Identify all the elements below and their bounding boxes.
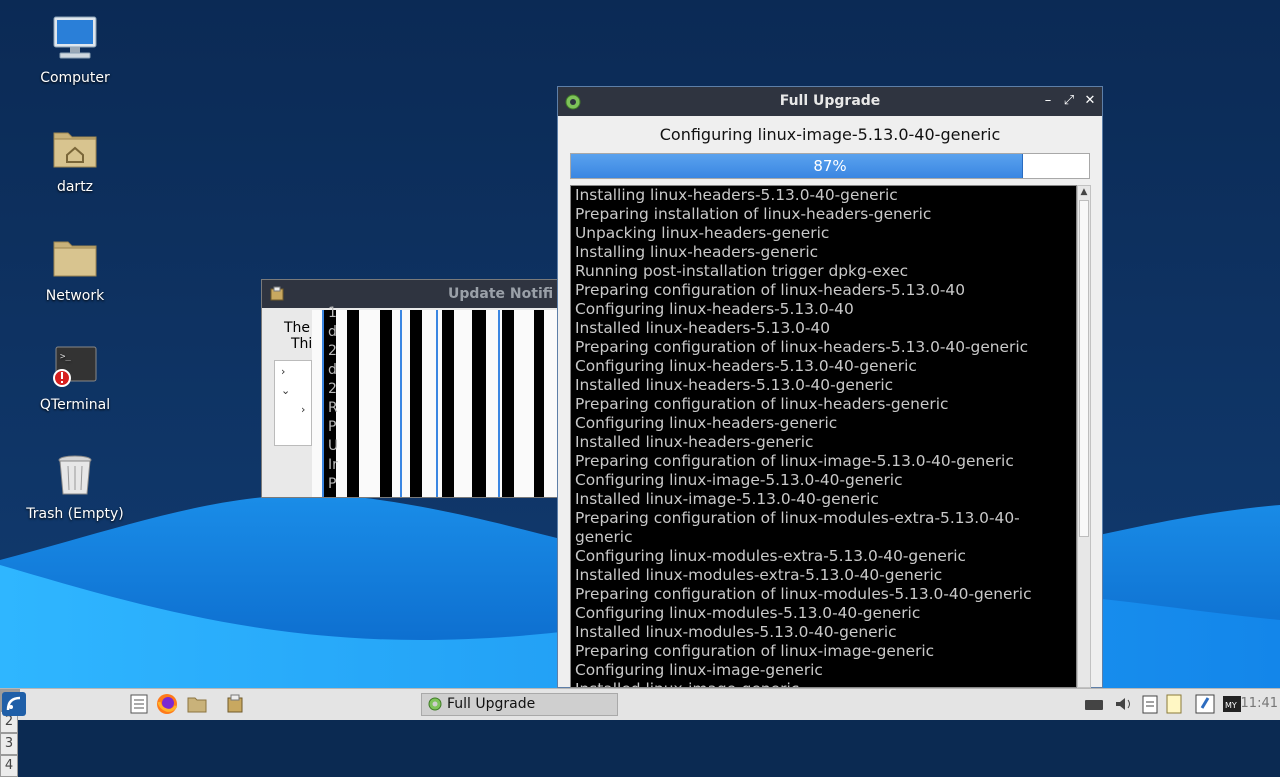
desktop-icon-label: Network bbox=[45, 288, 105, 304]
maximize-button[interactable]: ⤢ bbox=[1060, 92, 1078, 110]
log-line: Preparing configuration of linux-modules… bbox=[575, 509, 1020, 546]
log-line: Installed linux-image-5.13.0-40-generic bbox=[575, 490, 879, 508]
log-line: Configuring linux-modules-extra-5.13.0-4… bbox=[575, 547, 966, 565]
desktop-icon-label: Computer bbox=[40, 70, 110, 86]
network-folder-icon bbox=[50, 232, 100, 282]
log-fragment: P bbox=[328, 476, 337, 492]
gear-icon bbox=[428, 697, 442, 711]
full-upgrade-window[interactable]: Full Upgrade – ⤢ ✕ Configuring linux-ima… bbox=[557, 86, 1103, 688]
file-manager-icon[interactable] bbox=[186, 692, 208, 716]
clipboard-icon[interactable] bbox=[1140, 692, 1160, 716]
desktop-icon-label: dartz bbox=[56, 179, 94, 195]
update-notifier-titlebar[interactable]: Update Notifi bbox=[262, 280, 562, 308]
log-line: Preparing configuration of linux-image-g… bbox=[575, 642, 935, 660]
log-line: Configuring linux-headers-5.13.0-40-gene… bbox=[575, 357, 917, 375]
window-title: Full Upgrade bbox=[779, 93, 881, 109]
update-notifier-window[interactable]: Update Notifi The Thi › ⌄ › 1 d 2 d 2 R … bbox=[261, 279, 563, 498]
update-notifier-tray-icon[interactable] bbox=[224, 692, 246, 716]
log-fragment: 1 bbox=[328, 305, 337, 321]
log-fragment: d bbox=[328, 324, 337, 340]
show-desktop-icon[interactable] bbox=[128, 692, 150, 716]
log-fragment: Ir bbox=[328, 457, 338, 473]
desktop-icon-home[interactable]: dartz bbox=[20, 123, 130, 195]
package-tree[interactable]: › ⌄ › bbox=[274, 360, 312, 446]
scrollbar-thumb[interactable] bbox=[1079, 200, 1089, 537]
notifier-message-line: The bbox=[284, 320, 311, 336]
workspace-3[interactable]: 3 bbox=[0, 733, 18, 755]
log-line: Configuring linux-modules-5.13.0-40-gene… bbox=[575, 604, 921, 622]
upgrade-progress-bar: 87% bbox=[570, 153, 1090, 179]
search-icon[interactable] bbox=[1194, 692, 1216, 716]
log-line: Preparing configuration of linux-image-5… bbox=[575, 452, 1014, 470]
log-fragment: 2 bbox=[328, 343, 337, 359]
chevron-down-icon[interactable]: ⌄ bbox=[275, 378, 311, 397]
log-line: Installed linux-headers-generic bbox=[575, 433, 814, 451]
svg-text:>_: >_ bbox=[60, 352, 71, 362]
log-line: Installing linux-headers-5.13.0-40-gener… bbox=[575, 186, 898, 204]
chevron-right-icon[interactable]: › bbox=[275, 397, 311, 416]
glitched-log-strips bbox=[312, 310, 562, 497]
notifier-message-line: Thi bbox=[291, 336, 313, 352]
window-title: Update Notifi bbox=[448, 286, 554, 302]
chevron-right-icon[interactable]: › bbox=[275, 361, 311, 378]
desktop-icon-label: QTerminal bbox=[39, 397, 111, 413]
log-line: Configuring linux-headers-5.13.0-40 bbox=[575, 300, 854, 318]
computer-icon bbox=[50, 14, 100, 64]
taskbar-item-full-upgrade[interactable]: Full Upgrade bbox=[421, 693, 618, 716]
firefox-icon[interactable] bbox=[155, 692, 179, 716]
log-fragment: 2 bbox=[328, 381, 337, 397]
log-line: Preparing configuration of linux-headers… bbox=[575, 395, 949, 413]
log-line: Preparing configuration of linux-headers… bbox=[575, 281, 966, 299]
log-line: Installed linux-headers-5.13.0-40 bbox=[575, 319, 831, 337]
upgrade-status-label: Configuring linux-image-5.13.0-40-generi… bbox=[659, 125, 1001, 144]
log-line: Configuring linux-image-5.13.0-40-generi… bbox=[575, 471, 903, 489]
workspace-4[interactable]: 4 bbox=[0, 755, 18, 777]
log-fragment: R bbox=[328, 400, 338, 416]
log-scrollbar[interactable]: ▲ bbox=[1077, 185, 1091, 688]
log-line: Configuring linux-image-generic bbox=[575, 661, 823, 679]
trash-icon bbox=[50, 450, 100, 500]
taskbar-item-label: Full Upgrade bbox=[447, 696, 536, 712]
svg-text:MY: MY bbox=[1225, 701, 1237, 710]
home-folder-icon bbox=[50, 123, 100, 173]
log-fragment: U bbox=[328, 438, 339, 454]
scroll-up-arrow-icon[interactable]: ▲ bbox=[1078, 186, 1090, 198]
volume-icon[interactable] bbox=[1113, 692, 1135, 716]
desktop-icon-computer[interactable]: Computer bbox=[20, 14, 130, 86]
log-line: Installed linux-modules-5.13.0-40-generi… bbox=[575, 623, 897, 641]
notifier-message: The Thi bbox=[284, 320, 312, 352]
log-line: Preparing installation of linux-headers-… bbox=[575, 205, 932, 223]
terminal-icon: >_ bbox=[50, 341, 100, 391]
clock[interactable]: 11:41 bbox=[1241, 696, 1278, 711]
desktop-icon-qterminal[interactable]: >_ QTerminal bbox=[20, 341, 130, 413]
log-line: Preparing configuration of linux-headers… bbox=[575, 338, 1029, 356]
log-line: Preparing configuration of linux-modules… bbox=[575, 585, 1032, 603]
progress-label: 87% bbox=[813, 157, 847, 175]
lubuntu-logo-icon bbox=[2, 692, 26, 716]
log-line: Installed linux-headers-5.13.0-40-generi… bbox=[575, 376, 894, 394]
log-line: Configuring linux-headers-generic bbox=[575, 414, 838, 432]
taskbar: 1 2 3 4 Full Upgrade bbox=[0, 688, 1280, 777]
desktop-icon-trash[interactable]: Trash (Empty) bbox=[20, 450, 130, 522]
log-fragment: d bbox=[328, 362, 337, 378]
desktop-icon-label: Trash (Empty) bbox=[26, 506, 124, 522]
desktop-icon-network[interactable]: Network bbox=[20, 232, 130, 304]
log-line: Unpacking linux-headers-generic bbox=[575, 224, 830, 242]
log-line: Running post-installation trigger dpkg-e… bbox=[575, 262, 909, 280]
update-notifier-app-icon bbox=[269, 286, 285, 302]
start-menu-button[interactable] bbox=[2, 692, 26, 716]
log-line: Installed linux-modules-extra-5.13.0-40-… bbox=[575, 566, 943, 584]
notes-icon[interactable] bbox=[1163, 692, 1185, 716]
close-button[interactable]: ✕ bbox=[1081, 92, 1099, 110]
notifier-log-column: 1 d 2 d 2 R P U Ir P bbox=[328, 304, 338, 494]
log-fragment: P bbox=[328, 419, 337, 435]
full-upgrade-titlebar[interactable]: Full Upgrade – ⤢ ✕ bbox=[558, 87, 1102, 116]
minimize-button[interactable]: – bbox=[1039, 92, 1057, 110]
log-line: Installed linux-image-generic bbox=[571, 680, 1076, 687]
keyboard-icon[interactable] bbox=[1084, 692, 1104, 716]
log-line: Installing linux-headers-generic bbox=[575, 243, 819, 261]
upgrade-log-view[interactable]: Installing linux-headers-5.13.0-40-gener… bbox=[570, 185, 1077, 688]
